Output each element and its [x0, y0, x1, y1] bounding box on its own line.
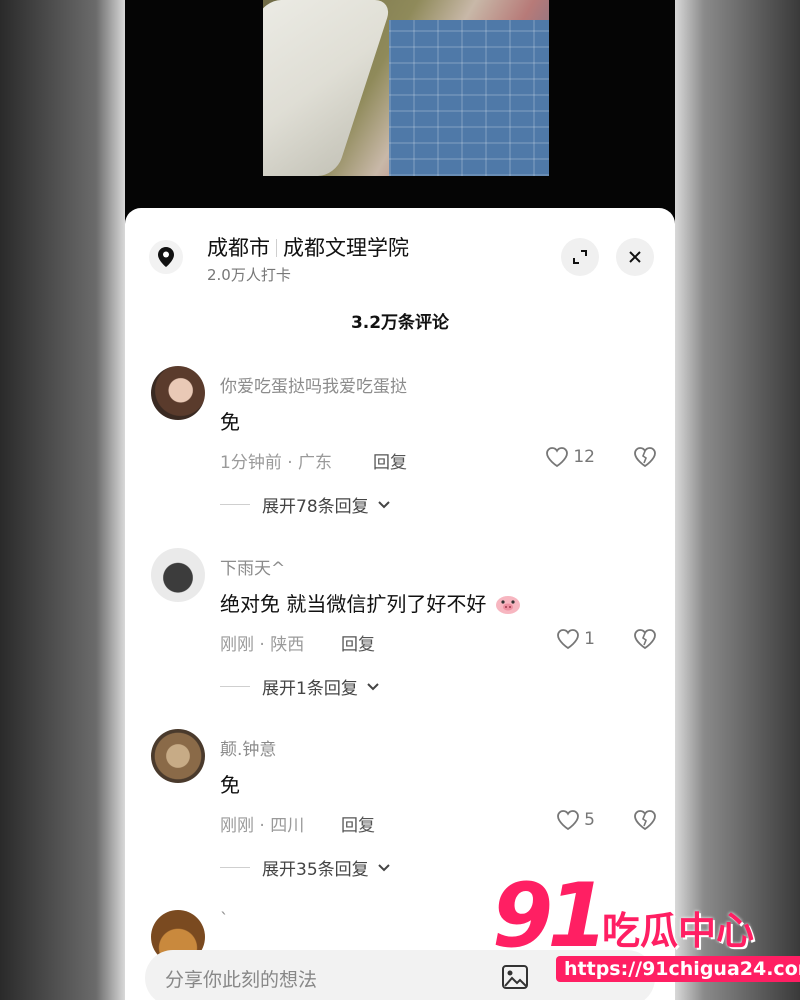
- comment-time-region: 1分钟前 · 广东: [220, 453, 333, 473]
- location-divider: [276, 239, 277, 257]
- expand-replies-label: 展开35条回复: [262, 860, 369, 880]
- expand-icon: [573, 250, 587, 264]
- watermark-brand: 吃瓜中心: [602, 909, 755, 953]
- avatar[interactable]: [151, 729, 205, 783]
- comment-input-placeholder[interactable]: 分享你此刻的想法: [165, 965, 317, 992]
- expand-replies-label: 展开78条回复: [262, 497, 369, 517]
- heart-icon: [546, 447, 569, 468]
- comment-username[interactable]: `: [220, 910, 229, 930]
- close-button[interactable]: [616, 238, 654, 276]
- comment-item: 你爱吃蛋挞吗我爱吃蛋挞 免 1分钟前 · 广东 回复 12 展开78条回复: [125, 366, 675, 526]
- expand-line: [220, 686, 250, 687]
- expand-replies-label: 展开1条回复: [262, 679, 358, 699]
- like-button[interactable]: 1: [556, 628, 595, 650]
- comment-text: 免: [220, 773, 240, 797]
- heart-icon: [557, 629, 580, 650]
- reply-button[interactable]: 回复: [341, 811, 375, 836]
- video-frame: [263, 0, 549, 176]
- pig-emoji-icon: [495, 593, 521, 620]
- comment-time-region: 刚刚 · 陕西: [220, 635, 305, 655]
- avatar[interactable]: [151, 366, 205, 420]
- comment-time-region: 刚刚 · 四川: [220, 816, 305, 836]
- video-arm-shape: [263, 0, 393, 176]
- site-watermark: 91 吃瓜中心 https://91chigua24.com: [492, 864, 800, 992]
- location-header: 成都市 成都文理学院 2.0万人打卡: [149, 230, 654, 290]
- phone-screen: 成都市 成都文理学院 2.0万人打卡 3.2万条评论 你爱吃蛋挞吗我爱吃蛋挞 免 …: [125, 0, 675, 1000]
- dislike-button[interactable]: [633, 446, 657, 472]
- heart-icon: [557, 810, 580, 831]
- comment-item: 下雨天^ 绝对免 就当微信扩列了好不好 刚刚 · 陕西 回复 1 展开1条回复: [125, 548, 675, 708]
- expand-replies[interactable]: 展开35条回复: [220, 855, 391, 880]
- like-count: 12: [573, 447, 595, 467]
- comment-text: 免: [220, 410, 240, 434]
- broken-heart-icon: [634, 629, 656, 650]
- like-count: 5: [584, 810, 595, 830]
- close-icon: [629, 251, 641, 263]
- video-area[interactable]: [125, 0, 675, 215]
- comment-username[interactable]: 颠.钟意: [220, 735, 276, 760]
- expand-line: [220, 867, 250, 868]
- expand-replies[interactable]: 展开78条回复: [220, 492, 391, 517]
- comment-username[interactable]: 下雨天^: [220, 554, 285, 579]
- video-pavement-shape: [389, 20, 549, 176]
- location-title[interactable]: 成都市 成都文理学院: [207, 232, 409, 262]
- like-button[interactable]: 5: [556, 809, 595, 831]
- reply-button[interactable]: 回复: [341, 630, 375, 655]
- broken-heart-icon: [634, 810, 656, 831]
- expand-button[interactable]: [561, 238, 599, 276]
- reply-button[interactable]: 回复: [373, 448, 407, 473]
- comment-username[interactable]: 你爱吃蛋挞吗我爱吃蛋挞: [220, 372, 407, 397]
- dislike-button[interactable]: [633, 809, 657, 835]
- broken-heart-icon: [634, 447, 656, 468]
- watermark-url: https://91chigua24.com: [556, 956, 800, 982]
- expand-line: [220, 504, 250, 505]
- checkin-count: 2.0万人打卡: [207, 266, 291, 284]
- chevron-down-icon: [367, 682, 379, 690]
- like-button[interactable]: 12: [545, 446, 595, 468]
- like-count: 1: [584, 629, 595, 649]
- location-pin-icon: [149, 240, 183, 274]
- comment-text-content: 绝对免 就当微信扩列了好不好: [220, 592, 487, 616]
- dislike-button[interactable]: [633, 628, 657, 654]
- expand-replies[interactable]: 展开1条回复: [220, 674, 380, 699]
- comments-count-title: 3.2万条评论: [350, 313, 450, 333]
- chevron-down-icon: [377, 863, 390, 871]
- location-place: 成都文理学院: [283, 236, 409, 260]
- chevron-down-icon: [377, 500, 390, 508]
- location-city: 成都市: [207, 236, 270, 260]
- comment-text: 绝对免 就当微信扩列了好不好: [220, 588, 521, 620]
- avatar[interactable]: [151, 548, 205, 602]
- watermark-number: 91: [492, 864, 608, 967]
